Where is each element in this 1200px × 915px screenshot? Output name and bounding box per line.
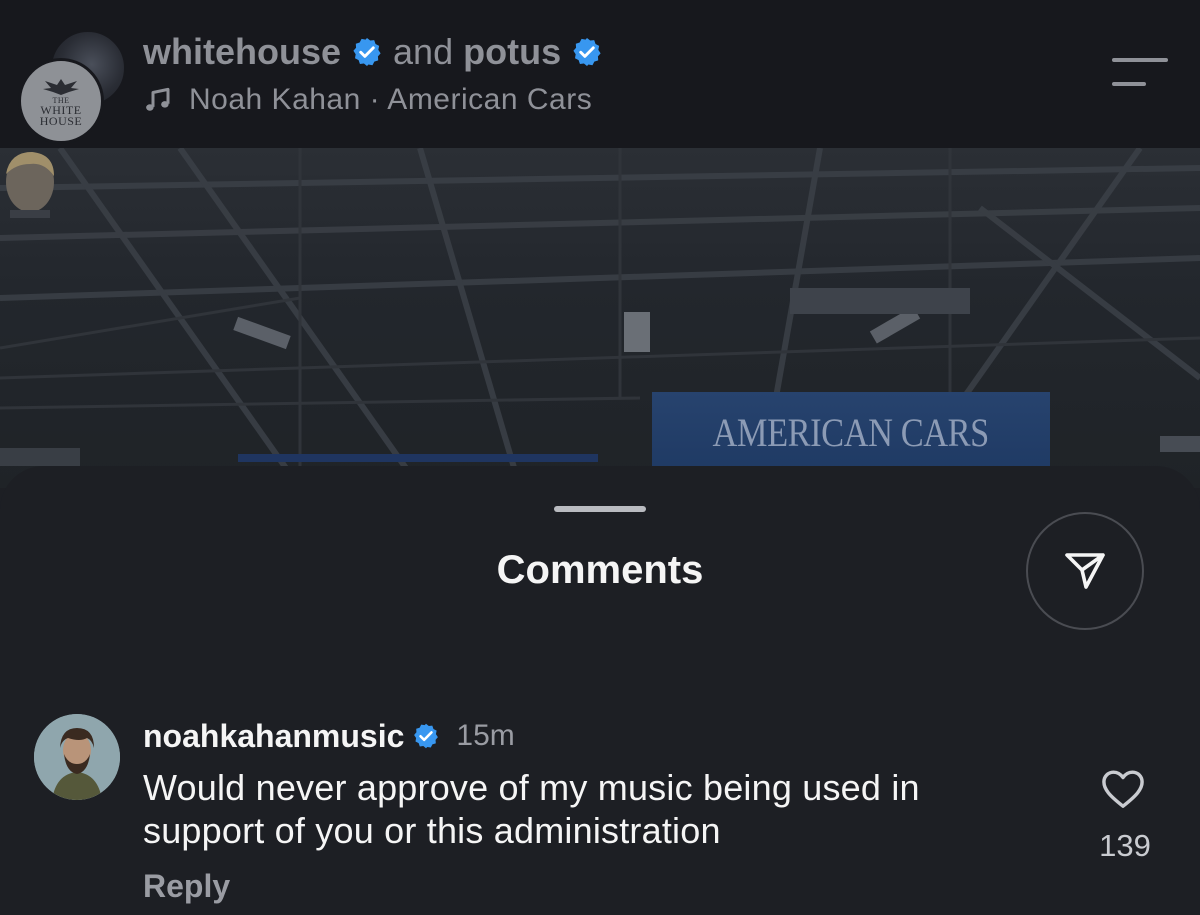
stage-strip	[238, 454, 598, 462]
sheet-grab-handle[interactable]	[554, 506, 646, 512]
comments-title: Comments	[496, 548, 704, 592]
collab-title: whitehouse and potus	[143, 30, 603, 74]
whitehouse-avatar[interactable]: THE WHITE HOUSE	[18, 58, 104, 144]
account-potus-link[interactable]: potus	[463, 31, 561, 73]
audio-track-label: Noah Kahan · American Cars	[189, 83, 593, 116]
eagle-icon	[43, 79, 79, 95]
commenter-photo	[34, 714, 120, 800]
verified-badge-icon	[573, 38, 601, 66]
heart-icon[interactable]	[1100, 768, 1146, 810]
whitehouse-logo-text: THE WHITE HOUSE	[39, 96, 83, 128]
post-header: THE WHITE HOUSE whitehouse and potus Noa…	[0, 0, 1200, 148]
reply-button[interactable]: Reply	[143, 868, 230, 905]
joiner-text: and	[393, 31, 454, 72]
account-whitehouse-link[interactable]: whitehouse	[143, 31, 341, 73]
hamburger-menu-icon[interactable]	[1112, 58, 1168, 88]
post-media[interactable]: AMERICAN CARS	[0, 148, 1200, 488]
share-button[interactable]	[1026, 512, 1144, 630]
paper-plane-icon	[1065, 553, 1105, 589]
like-count: 139	[1099, 828, 1151, 863]
banner-text: AMERICAN CARS	[712, 409, 990, 455]
verified-badge-icon	[414, 723, 439, 749]
speaker-figure	[6, 152, 54, 218]
music-note-icon	[146, 87, 170, 111]
comment-header: noahkahanmusic 15m	[143, 714, 515, 758]
comment-username[interactable]: noahkahanmusic	[143, 718, 404, 755]
audio-track-link[interactable]: Noah Kahan · American Cars	[143, 80, 592, 120]
comments-sheet: Comments noahkahanmusic 15m Would never …	[0, 466, 1200, 915]
comment-body: Would never approve of my music being us…	[143, 767, 920, 851]
collab-avatars[interactable]: THE WHITE HOUSE	[18, 30, 126, 144]
verified-badge-icon	[353, 38, 381, 66]
comment-timestamp: 15m	[456, 719, 515, 752]
commenter-avatar[interactable]	[34, 714, 120, 800]
american-cars-banner: AMERICAN CARS	[652, 392, 1050, 472]
